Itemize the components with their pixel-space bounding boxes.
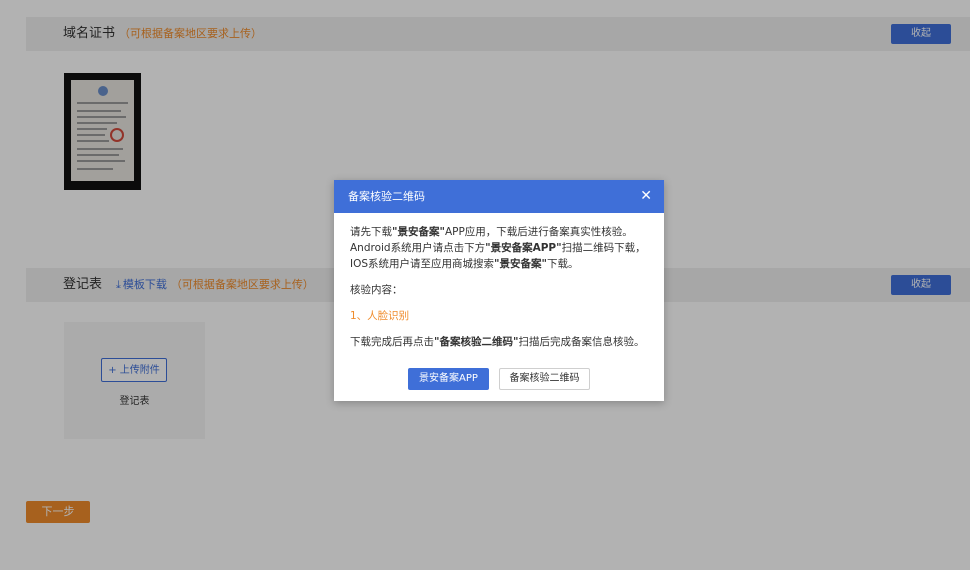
verification-qr-modal: 备案核验二维码 ✕ 请先下载"景安备案"APP应用，下载后进行备案真实性核验。 … <box>334 180 664 401</box>
close-icon[interactable]: ✕ <box>640 180 652 213</box>
instruction-line-2: Android系统用户请点击下方"景安备案APP"扫描二维码下载， <box>350 242 646 254</box>
modal-body: 请先下载"景安备案"APP应用，下载后进行备案真实性核验。 Android系统用… <box>350 224 655 350</box>
instruction-line-3: IOS系统用户请至应用商城搜索"景安备案"下载。 <box>350 258 579 270</box>
verify-item-face-recognition: 1、人脸识别 <box>350 310 410 322</box>
instruction-line-1: 请先下载"景安备案"APP应用，下载后进行备案真实性核验。 <box>350 226 633 238</box>
modal-header: 备案核验二维码 ✕ <box>334 180 664 213</box>
verify-content-label: 核验内容： <box>350 284 403 296</box>
jingan-app-button[interactable]: 景安备案APP <box>408 368 489 390</box>
modal-actions: 景安备案APP 备案核验二维码 <box>408 368 598 390</box>
modal-title: 备案核验二维码 <box>348 190 425 203</box>
finish-instruction: 下载完成后再点击"备案核验二维码"扫描后完成备案信息核验。 <box>350 336 645 348</box>
verification-qr-button[interactable]: 备案核验二维码 <box>499 368 590 390</box>
